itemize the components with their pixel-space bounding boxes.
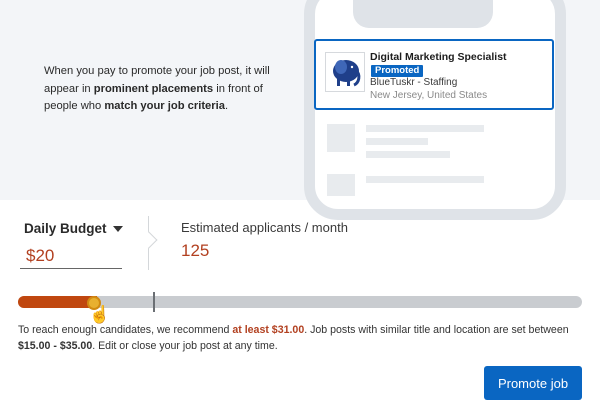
placeholder-line: [366, 151, 450, 158]
daily-budget-dropdown[interactable]: Daily Budget: [24, 221, 123, 236]
promoted-badge: Promoted: [371, 65, 424, 77]
budget-recommendation-text: To reach enough candidates, we recommend…: [18, 324, 569, 352]
chevron-right-icon: [140, 231, 158, 249]
placeholder-line: [366, 138, 428, 145]
estimated-applicants-label: Estimated applicants / month: [181, 220, 348, 235]
company-name: BlueTuskr - Staffing: [370, 77, 458, 88]
placeholder-thumbnail: [327, 124, 355, 152]
recommended-marker: [153, 292, 155, 312]
job-card-preview: Digital Marketing Specialist Promoted Bl…: [314, 39, 554, 110]
phone-notch: [353, 0, 493, 28]
elephant-logo-icon: [325, 52, 365, 92]
promote-job-button[interactable]: Promote job: [484, 366, 582, 400]
estimated-applicants-value: 125: [181, 241, 210, 260]
daily-budget-input[interactable]: [20, 243, 122, 269]
hand-cursor-icon: ☝: [89, 305, 111, 324]
promotion-description: When you pay to promote your job post, i…: [44, 65, 270, 112]
placeholder-line: [366, 125, 484, 132]
daily-budget-label: Daily Budget: [24, 221, 107, 236]
job-title: Digital Marketing Specialist: [370, 51, 507, 63]
placeholder-line: [366, 176, 484, 183]
slider-fill: [18, 296, 97, 308]
promotion-illustration: When you pay to promote your job post, i…: [0, 0, 600, 220]
placeholder-thumbnail: [327, 174, 355, 196]
job-location: New Jersey, United States: [370, 90, 488, 101]
caret-down-icon: [112, 226, 123, 232]
